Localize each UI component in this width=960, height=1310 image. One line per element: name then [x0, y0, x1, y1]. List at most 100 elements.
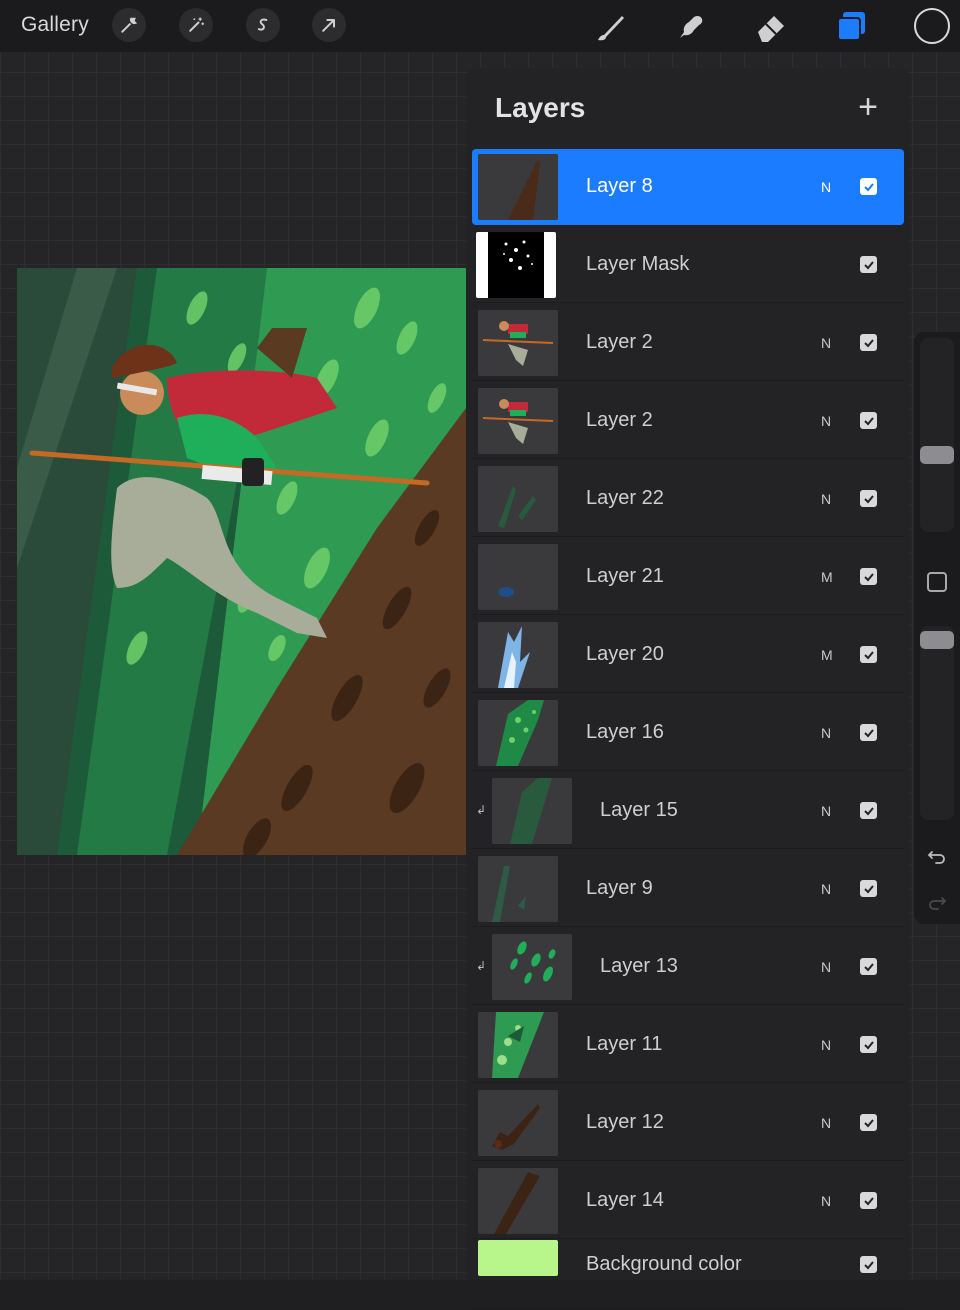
layer-name: Layer 21 — [586, 565, 664, 587]
visibility-checkbox[interactable] — [860, 880, 877, 897]
blend-mode[interactable]: N — [821, 959, 831, 975]
brush-size-slider-thumb[interactable] — [920, 446, 954, 464]
blend-mode[interactable]: N — [821, 491, 831, 507]
layer-name: Layer 14 — [586, 1189, 664, 1211]
visibility-checkbox[interactable] — [860, 1192, 877, 1209]
layers-icon[interactable] — [833, 8, 871, 46]
layer-thumbnail[interactable] — [476, 232, 556, 298]
blend-mode[interactable]: M — [821, 647, 833, 663]
blend-mode[interactable]: N — [821, 335, 831, 351]
artwork-illustration — [17, 268, 466, 855]
layer-thumbnail[interactable] — [492, 778, 572, 844]
add-layer-button[interactable]: + — [852, 90, 884, 124]
checkmark-icon — [863, 572, 874, 581]
checkmark-icon — [863, 338, 874, 347]
layer-name: Layer 16 — [586, 721, 664, 743]
layer-thumbnail[interactable] — [478, 700, 558, 766]
blend-mode[interactable]: N — [821, 179, 831, 195]
opacity-slider-thumb[interactable] — [920, 631, 954, 649]
blend-mode[interactable]: N — [821, 413, 831, 429]
modify-button[interactable] — [927, 572, 947, 592]
layer-name: Layer 2 — [586, 409, 653, 431]
color-picker[interactable] — [914, 8, 950, 44]
layer-row[interactable]: ↲ Layer 13 N — [472, 929, 904, 1005]
right-sidebar — [914, 332, 960, 924]
layer-row[interactable]: Layer 16 N — [472, 695, 904, 771]
checkmark-icon — [863, 416, 874, 425]
blend-mode[interactable]: N — [821, 725, 831, 741]
visibility-checkbox[interactable] — [860, 646, 877, 663]
checkmark-icon — [863, 1040, 874, 1049]
background-color-swatch[interactable] — [478, 1240, 558, 1276]
checkmark-icon — [863, 182, 874, 191]
layer-name: Layer Mask — [586, 253, 690, 275]
layer-name: Layer 11 — [586, 1033, 663, 1055]
checkmark-icon — [863, 1118, 874, 1127]
visibility-checkbox[interactable] — [860, 1036, 877, 1053]
layer-row[interactable]: Layer 11 N — [472, 1007, 904, 1083]
visibility-checkbox[interactable] — [860, 802, 877, 819]
layer-thumbnail[interactable] — [478, 310, 558, 376]
layer-thumbnail[interactable] — [478, 466, 558, 532]
visibility-checkbox[interactable] — [860, 490, 877, 507]
layer-row[interactable]: Background color — [472, 1234, 904, 1310]
transform-arrow-icon[interactable] — [312, 8, 346, 42]
blend-mode[interactable]: N — [821, 1037, 831, 1053]
layer-name: Layer 22 — [586, 487, 664, 509]
checkmark-icon — [863, 1196, 874, 1205]
layer-row[interactable]: Layer 8 N — [472, 149, 904, 225]
blend-mode[interactable]: N — [821, 881, 831, 897]
layer-row[interactable]: Layer Mask — [472, 227, 904, 303]
visibility-checkbox[interactable] — [860, 256, 877, 273]
visibility-checkbox[interactable] — [860, 1114, 877, 1131]
brush-icon[interactable] — [592, 8, 630, 46]
layer-row[interactable]: Layer 21 M — [472, 539, 904, 615]
visibility-checkbox[interactable] — [860, 958, 877, 975]
artwork-image[interactable] — [17, 268, 466, 855]
layer-thumbnail[interactable] — [478, 388, 558, 454]
wrench-icon[interactable] — [112, 8, 146, 42]
visibility-checkbox[interactable] — [860, 334, 877, 351]
layer-thumbnail[interactable] — [478, 154, 558, 220]
magic-wand-icon[interactable] — [179, 8, 213, 42]
selection-icon[interactable] — [246, 8, 280, 42]
undo-icon[interactable] — [926, 844, 948, 866]
layer-thumbnail[interactable] — [478, 622, 558, 688]
blend-mode[interactable]: N — [821, 803, 831, 819]
visibility-checkbox[interactable] — [860, 412, 877, 429]
layer-name: Layer 9 — [586, 877, 653, 899]
blend-mode[interactable]: M — [821, 569, 833, 585]
layer-name: Background color — [586, 1253, 742, 1275]
layer-thumbnail[interactable] — [478, 1168, 558, 1234]
eraser-icon[interactable] — [752, 8, 790, 46]
opacity-slider[interactable] — [920, 626, 954, 820]
layer-row[interactable]: ↲ Layer 15 N — [472, 773, 904, 849]
layer-row[interactable]: Layer 9 N — [472, 851, 904, 927]
visibility-checkbox[interactable] — [860, 178, 877, 195]
layer-thumbnail[interactable] — [478, 856, 558, 922]
smudge-icon[interactable] — [672, 8, 710, 46]
brush-size-slider[interactable] — [920, 338, 954, 532]
layer-name: Layer 12 — [586, 1111, 664, 1133]
visibility-checkbox[interactable] — [860, 724, 877, 741]
layer-row[interactable]: Layer 2 N — [472, 383, 904, 459]
blend-mode[interactable]: N — [821, 1115, 831, 1131]
layer-thumbnail[interactable] — [492, 934, 572, 1000]
layer-row[interactable]: Layer 22 N — [472, 461, 904, 537]
layers-panel: Layers + Layer 8 N Layer Mask Layer 2 N … — [466, 68, 910, 1310]
layer-thumbnail[interactable] — [478, 1090, 558, 1156]
layer-row[interactable]: Layer 14 N — [472, 1163, 904, 1239]
visibility-checkbox[interactable] — [860, 1256, 877, 1273]
layer-row[interactable]: Layer 20 M — [472, 617, 904, 693]
visibility-checkbox[interactable] — [860, 568, 877, 585]
gallery-button[interactable]: Gallery — [21, 13, 89, 37]
checkmark-icon — [863, 806, 874, 815]
layer-row[interactable]: Layer 2 N — [472, 305, 904, 381]
top-toolbar: Gallery — [0, 0, 960, 52]
redo-icon[interactable] — [926, 890, 948, 912]
layers-title: Layers — [495, 92, 586, 123]
layer-row[interactable]: Layer 12 N — [472, 1085, 904, 1161]
layer-thumbnail[interactable] — [478, 544, 558, 610]
layer-thumbnail[interactable] — [478, 1012, 558, 1078]
blend-mode[interactable]: N — [821, 1193, 831, 1209]
